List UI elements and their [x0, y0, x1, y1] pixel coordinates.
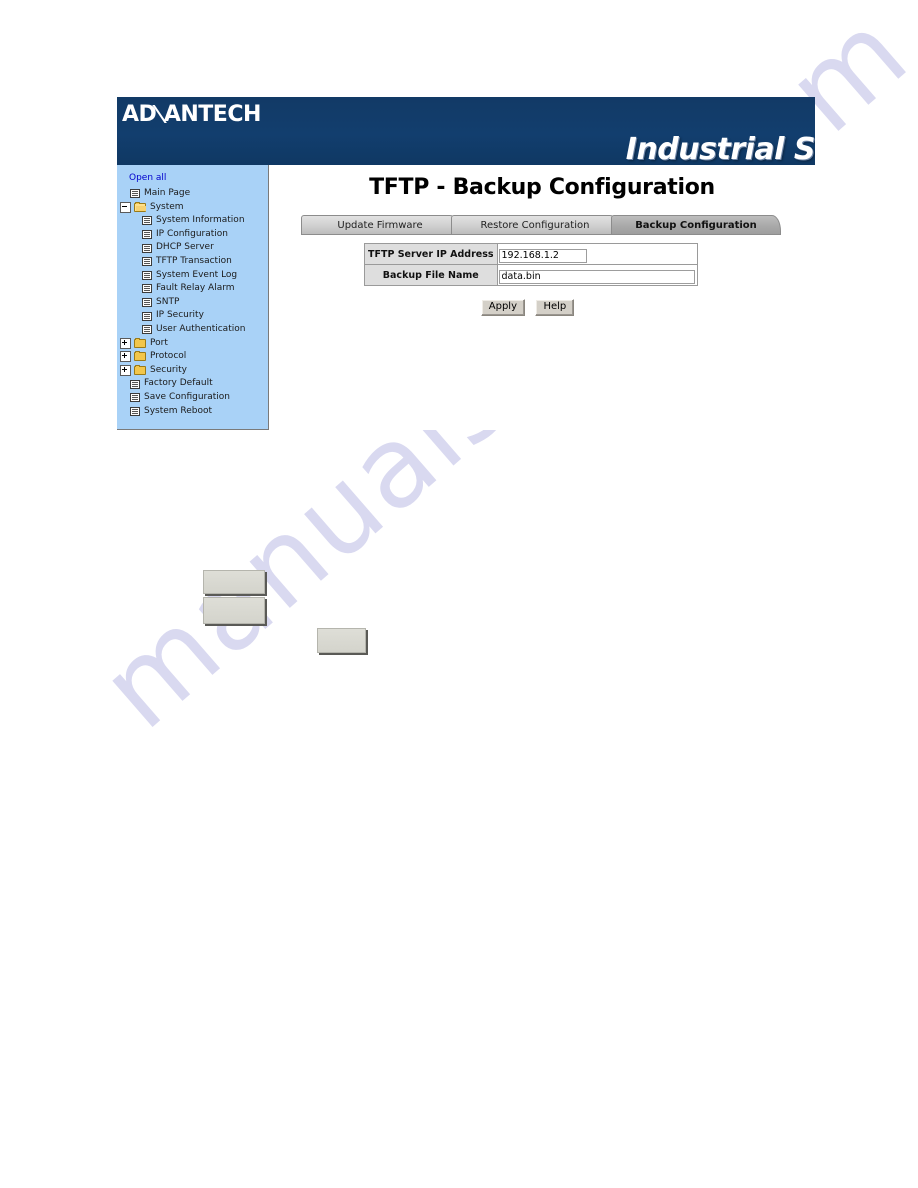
document-icon [142, 284, 152, 294]
sidebar-item-user-authentication[interactable]: User Authentication [117, 323, 268, 337]
sidebar-item-tftp-transaction[interactable]: TFTP Transaction [117, 255, 268, 269]
brand-title: Industrial S [625, 132, 815, 165]
sidebar-item-port[interactable]: Port [117, 337, 268, 351]
page-body: Open all Main Page System System Informati… [117, 165, 815, 430]
browser-page: AD\ANTECH Industrial S Open all Main Pag… [117, 97, 815, 430]
document-icon [142, 298, 152, 308]
sidebar-item-system-reboot[interactable]: System Reboot [117, 405, 268, 419]
form-row-backup-file-name: Backup File Name [364, 264, 698, 286]
document-icon [142, 257, 152, 267]
logo-slash-glyph: \ [151, 102, 169, 127]
document-icon [130, 406, 140, 416]
sidebar-item-main-page[interactable]: Main Page [117, 187, 268, 201]
expand-plus-icon[interactable] [120, 351, 131, 363]
sidebar-item-label: Security [150, 364, 187, 375]
document-icon [142, 270, 152, 280]
document-icon [142, 216, 152, 226]
sidebar-item-label: DHCP Server [156, 242, 214, 253]
annotation-callout-box-3 [317, 628, 366, 653]
sidebar-item-protocol[interactable]: Protocol [117, 350, 268, 364]
sidebar-item-security[interactable]: Security [117, 364, 268, 378]
help-button[interactable]: Help [535, 299, 575, 316]
folder-open-icon [134, 201, 146, 212]
sidebar-item-fault-relay-alarm[interactable]: Fault Relay Alarm [117, 282, 268, 296]
sidebar-item-label: System [150, 201, 184, 212]
sidebar-item-system-event-log[interactable]: System Event Log [117, 269, 268, 283]
sidebar-item-label: SNTP [156, 296, 180, 307]
document-icon [130, 189, 140, 199]
sidebar-item-factory-default[interactable]: Factory Default [117, 377, 268, 391]
document-icon [130, 379, 140, 389]
tab-backup-configuration[interactable]: Backup Configuration [611, 215, 781, 235]
tree-item-list: Main Page System System Information IP Conf… [117, 187, 268, 418]
sidebar-item-label: Save Configuration [144, 391, 230, 402]
sidebar-item-system-information[interactable]: System Information [117, 214, 268, 228]
page-title: TFTP - Backup Configuration [369, 175, 715, 200]
sidebar-item-dhcp-server[interactable]: DHCP Server [117, 241, 268, 255]
backup-file-name-label: Backup File Name [364, 264, 498, 286]
sidebar-item-label: IP Security [156, 310, 204, 321]
tab-restore-configuration[interactable]: Restore Configuration [451, 215, 619, 235]
sidebar-item-ip-security[interactable]: IP Security [117, 309, 268, 323]
expand-plus-icon[interactable] [120, 337, 131, 349]
sidebar-item-label: Factory Default [144, 378, 213, 389]
tftp-server-ip-cell [496, 243, 698, 265]
sidebar-nav-tree: Open all Main Page System System Informati… [117, 165, 269, 430]
main-content: TFTP - Backup Configuration Update Firmw… [269, 165, 815, 430]
tftp-server-ip-input[interactable] [498, 249, 587, 263]
site-header: AD\ANTECH Industrial S [117, 97, 815, 165]
backup-file-name-cell [496, 264, 698, 286]
open-all-link[interactable]: Open all [129, 173, 268, 184]
sidebar-item-label: Protocol [150, 351, 187, 362]
sidebar-item-label: Main Page [144, 188, 191, 198]
document-icon [142, 230, 152, 240]
sidebar-item-label: System Reboot [144, 405, 213, 416]
annotation-callout-box-2 [203, 597, 265, 624]
sidebar-item-label: Port [150, 337, 168, 348]
sidebar-item-label: System Information [156, 215, 245, 226]
backup-configuration-form: TFTP Server IP Address Backup File Name [364, 243, 698, 286]
sidebar-item-label: TFTP Transaction [156, 255, 232, 266]
sidebar-item-label: Fault Relay Alarm [156, 283, 235, 294]
tftp-server-ip-label: TFTP Server IP Address [364, 243, 498, 265]
document-icon [130, 393, 140, 403]
annotation-callout-box-1 [203, 570, 265, 594]
apply-button[interactable]: Apply [480, 299, 525, 316]
collapse-minus-icon[interactable] [120, 201, 131, 213]
tab-bar: Update Firmware Restore Configuration Ba… [301, 215, 809, 235]
form-row-tftp-server-ip: TFTP Server IP Address [364, 243, 698, 265]
form-button-row: Apply Help [364, 296, 691, 316]
sidebar-item-system[interactable]: System [117, 201, 268, 215]
document-icon [142, 311, 152, 321]
sidebar-item-sntp[interactable]: SNTP [117, 296, 268, 310]
document-icon [142, 243, 152, 253]
sidebar-item-label: System Event Log [156, 269, 238, 280]
sidebar-item-save-configuration[interactable]: Save Configuration [117, 391, 268, 405]
expand-plus-icon[interactable] [120, 365, 131, 377]
folder-closed-icon [134, 365, 146, 376]
folder-closed-icon [134, 337, 146, 348]
backup-file-name-input[interactable] [498, 270, 695, 284]
tab-update-firmware[interactable]: Update Firmware [301, 215, 459, 235]
sidebar-item-ip-configuration[interactable]: IP Configuration [117, 228, 268, 242]
sidebar-item-label: User Authentication [156, 323, 246, 334]
sidebar-item-label: IP Configuration [156, 228, 228, 239]
folder-closed-icon [134, 351, 146, 362]
document-icon [142, 325, 152, 335]
advantech-logo: AD\ANTECH [122, 102, 261, 127]
